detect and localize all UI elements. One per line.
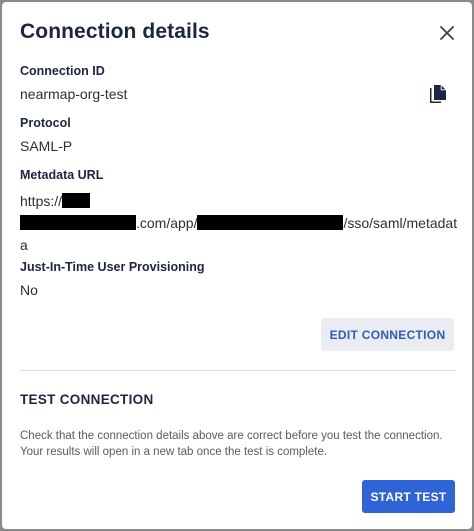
copy-connection-id-button[interactable] <box>428 84 448 106</box>
metadata-url-path-end: a <box>20 237 28 253</box>
connection-id-label: Connection ID <box>20 64 105 78</box>
jit-provisioning-value: No <box>20 282 38 298</box>
copy-icon <box>430 85 446 103</box>
metadata-url-scheme: https:// <box>20 193 63 209</box>
redacted-block <box>62 193 91 208</box>
section-divider <box>20 370 456 371</box>
metadata-url-label: Metadata URL <box>20 168 104 182</box>
edit-connection-button[interactable]: EDIT CONNECTION <box>321 318 454 351</box>
metadata-url-line-1: https:// <box>20 190 460 212</box>
close-icon <box>440 26 454 40</box>
dialog-title: Connection details <box>20 20 210 43</box>
metadata-url-value: https:// .com/app/ /sso/saml/metadat a <box>20 190 460 256</box>
redacted-block <box>20 215 136 230</box>
metadata-url-line-3: a <box>20 234 460 256</box>
protocol-label: Protocol <box>20 116 71 130</box>
close-button[interactable] <box>436 22 458 44</box>
connection-details-dialog: Connection details Connection ID nearmap… <box>2 2 472 529</box>
metadata-url-domain-suffix: .com/app/ <box>136 215 198 231</box>
jit-provisioning-label: Just-In-Time User Provisioning <box>20 260 205 274</box>
metadata-url-line-2: .com/app/ /sso/saml/metadat <box>20 212 460 234</box>
test-connection-title: TEST CONNECTION <box>20 392 154 407</box>
redacted-block <box>197 215 344 230</box>
test-connection-description: Check that the connection details above … <box>20 430 443 458</box>
protocol-value: SAML-P <box>20 138 73 154</box>
connection-id-value: nearmap-org-test <box>20 86 128 102</box>
metadata-url-path: /sso/saml/metadat <box>343 215 458 231</box>
start-test-button[interactable]: START TEST <box>362 480 455 513</box>
